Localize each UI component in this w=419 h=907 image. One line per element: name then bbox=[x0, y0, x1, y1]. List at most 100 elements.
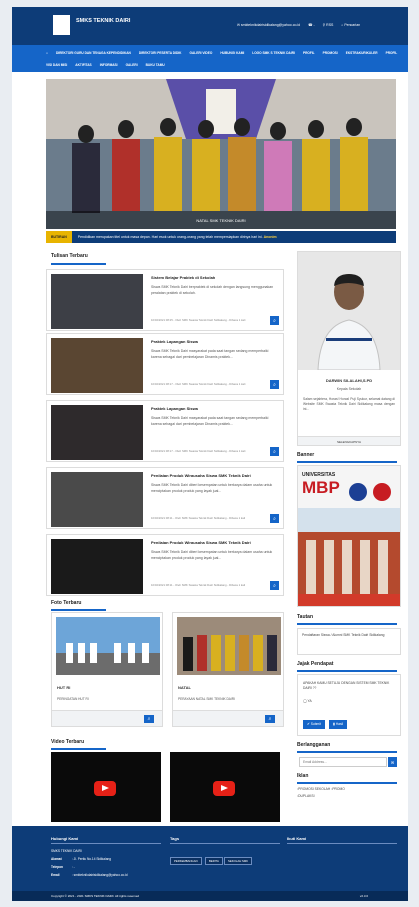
search-icon[interactable]: ⌕ bbox=[270, 380, 279, 389]
email-link[interactable]: ✉ smkteknikdairisidikalang@yahoo.co.id bbox=[237, 23, 300, 27]
phone-link[interactable]: ☎ - bbox=[308, 23, 315, 27]
ad-promo[interactable]: ▫PROMO bbox=[331, 787, 345, 791]
menu-item[interactable]: PROFIL bbox=[386, 51, 398, 55]
menu-item[interactable]: DIREKTORI GURU DAN TENAGA KEPENDIDIKAN bbox=[56, 51, 131, 55]
video-player[interactable] bbox=[170, 752, 280, 822]
menu-item[interactable]: PROMOSI bbox=[323, 51, 338, 55]
post-card[interactable]: Penilaian Produk Wirausaha Siswa SMK Tek… bbox=[46, 534, 284, 596]
read-more-link[interactable]: SELENGKAPNYA bbox=[298, 436, 400, 445]
top-links: ✉ smkteknikdairisidikalang@yahoo.co.id ☎… bbox=[237, 23, 360, 27]
ad-promo-label: PROMO bbox=[332, 787, 345, 791]
footer: Hubungi Kami Tags Ikuti Kami SMKS TEKNIK… bbox=[12, 826, 408, 901]
post-meta: 10/02/2021 08:17 - Oleh SMK Swasta Tekni… bbox=[151, 382, 246, 386]
post-card[interactable]: Sistem Belajar Praktek di Sekolah Siswa … bbox=[46, 269, 284, 331]
footer-tag[interactable]: PERKEMBANGAN bbox=[170, 857, 202, 865]
footer-phone: Telepon : - bbox=[51, 865, 75, 869]
post-card[interactable]: Praktek Lapangan Siswa Siswa SMK Teknik … bbox=[46, 400, 284, 462]
search-icon[interactable]: ⌕ bbox=[270, 581, 279, 590]
post-thumbnail[interactable] bbox=[51, 274, 143, 329]
section-underline bbox=[51, 609, 106, 611]
search-link[interactable]: ⌕ Pencarian bbox=[341, 23, 360, 27]
email-value[interactable]: smkteknikdairisidikalang@yahoo.co.id bbox=[74, 873, 128, 877]
menu-item[interactable]: VISI DAN MISI bbox=[46, 63, 67, 67]
post-thumbnail[interactable] bbox=[51, 338, 143, 393]
tautan-box: Pendaftaran Siswa / Alumni SMK Teknik Da… bbox=[297, 628, 401, 655]
post-excerpt: Siswa SMK Teknik Dairi masyarakat pada s… bbox=[151, 349, 269, 359]
subscribe-button[interactable]: ✉ bbox=[388, 757, 397, 767]
home-icon[interactable]: ⌂ bbox=[46, 51, 48, 55]
rss-link[interactable]: ⚲ RSS bbox=[323, 23, 334, 27]
menu-item[interactable]: BUKU TAMU bbox=[146, 63, 165, 67]
photo-card[interactable]: NATAL PERAYAAN NATAL SMK TEKNIK DAIRI ⌕ bbox=[172, 612, 284, 727]
post-thumbnail[interactable] bbox=[51, 405, 143, 460]
post-title[interactable]: Praktek Lapangan Siswa bbox=[151, 339, 279, 344]
subscribe-title: Berlangganan bbox=[297, 742, 331, 748]
footer-follow-title: Ikuti Kami bbox=[287, 836, 307, 841]
menu-item[interactable]: EKSTRAKURIKULER bbox=[346, 51, 378, 55]
menu-item[interactable]: LOGO SMK S TEKNIK DAIRI bbox=[252, 51, 295, 55]
results-button[interactable]: ▮ Hasil bbox=[329, 720, 348, 729]
post-thumbnail[interactable] bbox=[51, 539, 143, 594]
phone-text: - bbox=[313, 23, 315, 27]
menu-item[interactable]: HUBUNGI KAMI bbox=[220, 51, 244, 55]
post-card[interactable]: Praktek Lapangan Siswa Siswa SMK Teknik … bbox=[46, 333, 284, 395]
search-icon[interactable]: ⌕ bbox=[270, 514, 279, 523]
email-text: smkteknikdairisidikalang@yahoo.co.id bbox=[240, 23, 301, 27]
poll-title: Jajak Pendapat bbox=[297, 661, 334, 667]
phone-label: Telepon bbox=[51, 865, 63, 869]
ad-duplaksi[interactable]: ▫DUPLAKSI bbox=[297, 794, 314, 798]
footer-school: SMKS TEKNIK DAIRI bbox=[51, 849, 82, 853]
section-underline bbox=[297, 623, 397, 625]
search-icon[interactable]: ⌕ bbox=[270, 447, 279, 456]
page: SMKS TEKNIK DAIRI ✉ smkteknikdairisidika… bbox=[12, 7, 408, 901]
hero-photo bbox=[46, 79, 396, 229]
photo-image[interactable] bbox=[56, 617, 160, 675]
photo-card[interactable]: HUT RI PERINGATAN HUT RI ⌕ bbox=[51, 612, 163, 727]
poll-option[interactable]: ◯ YA bbox=[303, 699, 312, 703]
post-excerpt: Siswa SMK Teknik Dairi masyarakat pada s… bbox=[151, 416, 269, 426]
post-title[interactable]: Penilaian Produk Wirausaha Siswa SMK Tek… bbox=[151, 540, 279, 545]
menu-item[interactable]: GALERI bbox=[126, 63, 138, 67]
post-card[interactable]: Penilaian Produk Wirausaha Siswa SMK Tek… bbox=[46, 467, 284, 529]
menu-item[interactable]: GALERI VIDEO bbox=[189, 51, 212, 55]
video-player[interactable] bbox=[51, 752, 161, 822]
photo-footer: ⌕ bbox=[52, 710, 162, 726]
footer-tag[interactable]: SEKOLAH SMK bbox=[224, 857, 253, 865]
ticker-text: Pendidikan merupakan titel untuk masa de… bbox=[72, 235, 277, 239]
campus-building bbox=[298, 508, 400, 606]
brand-name[interactable]: SMKS TEKNIK DAIRI bbox=[76, 18, 130, 24]
tautan-title: Tautan bbox=[297, 614, 314, 620]
menu-item[interactable]: DIREKTORI PESERTA DIDIK bbox=[139, 51, 182, 55]
ticker-quote: Pendidikan merupakan titel untuk masa de… bbox=[77, 235, 263, 239]
section-underline bbox=[297, 751, 397, 753]
quote-ticker: BUTIRAN Pendidikan merupakan titel untuk… bbox=[46, 231, 396, 243]
banner-title: Banner bbox=[297, 452, 315, 458]
post-meta: 10/02/2021 08:11 - Oleh SMK Swasta Tekni… bbox=[151, 583, 246, 587]
search-icon[interactable]: ⌕ bbox=[270, 316, 279, 325]
post-title[interactable]: Penilaian Produk Wirausaha Siswa SMK Tek… bbox=[151, 473, 279, 478]
search-icon[interactable]: ⌕ bbox=[144, 715, 154, 723]
post-title[interactable]: Praktek Lapangan Siswa bbox=[151, 406, 279, 411]
subscribe-email-input[interactable] bbox=[299, 757, 387, 767]
post-title[interactable]: Sistem Belajar Praktek di Sekolah bbox=[151, 275, 279, 280]
menu-item[interactable]: INFORMASI bbox=[100, 63, 118, 67]
tautan-link[interactable]: Pendaftaran Siswa / Alumni SMK Teknik Da… bbox=[302, 633, 397, 638]
post-thumbnail[interactable] bbox=[51, 472, 143, 527]
videos-section-title: Video Terbaru bbox=[51, 739, 85, 745]
footer-tag[interactable]: BERITA bbox=[205, 857, 223, 865]
youtube-play-icon[interactable] bbox=[213, 781, 235, 796]
vote-button[interactable]: ✔ Submit bbox=[303, 720, 325, 729]
hero-slider[interactable]: NATAL SMK TEKNIK DAIRI bbox=[46, 79, 396, 229]
top-header: SMKS TEKNIK DAIRI ✉ smkteknikdairisidika… bbox=[12, 7, 408, 45]
footer-line bbox=[287, 843, 397, 844]
ad-promosi[interactable]: ▫PROMOSI SEKOLAH bbox=[297, 787, 330, 791]
search-icon[interactable]: ⌕ bbox=[265, 715, 275, 723]
section-underline bbox=[51, 748, 106, 750]
youtube-play-icon[interactable] bbox=[94, 781, 116, 796]
section-underline bbox=[51, 263, 106, 265]
school-logo[interactable] bbox=[53, 15, 70, 35]
photo-image[interactable] bbox=[177, 617, 281, 675]
university-banner[interactable]: UNIVERSITAS MBP bbox=[297, 465, 401, 607]
menu-item[interactable]: AKTIFITAS bbox=[75, 63, 91, 67]
menu-item[interactable]: PROFIL bbox=[303, 51, 315, 55]
